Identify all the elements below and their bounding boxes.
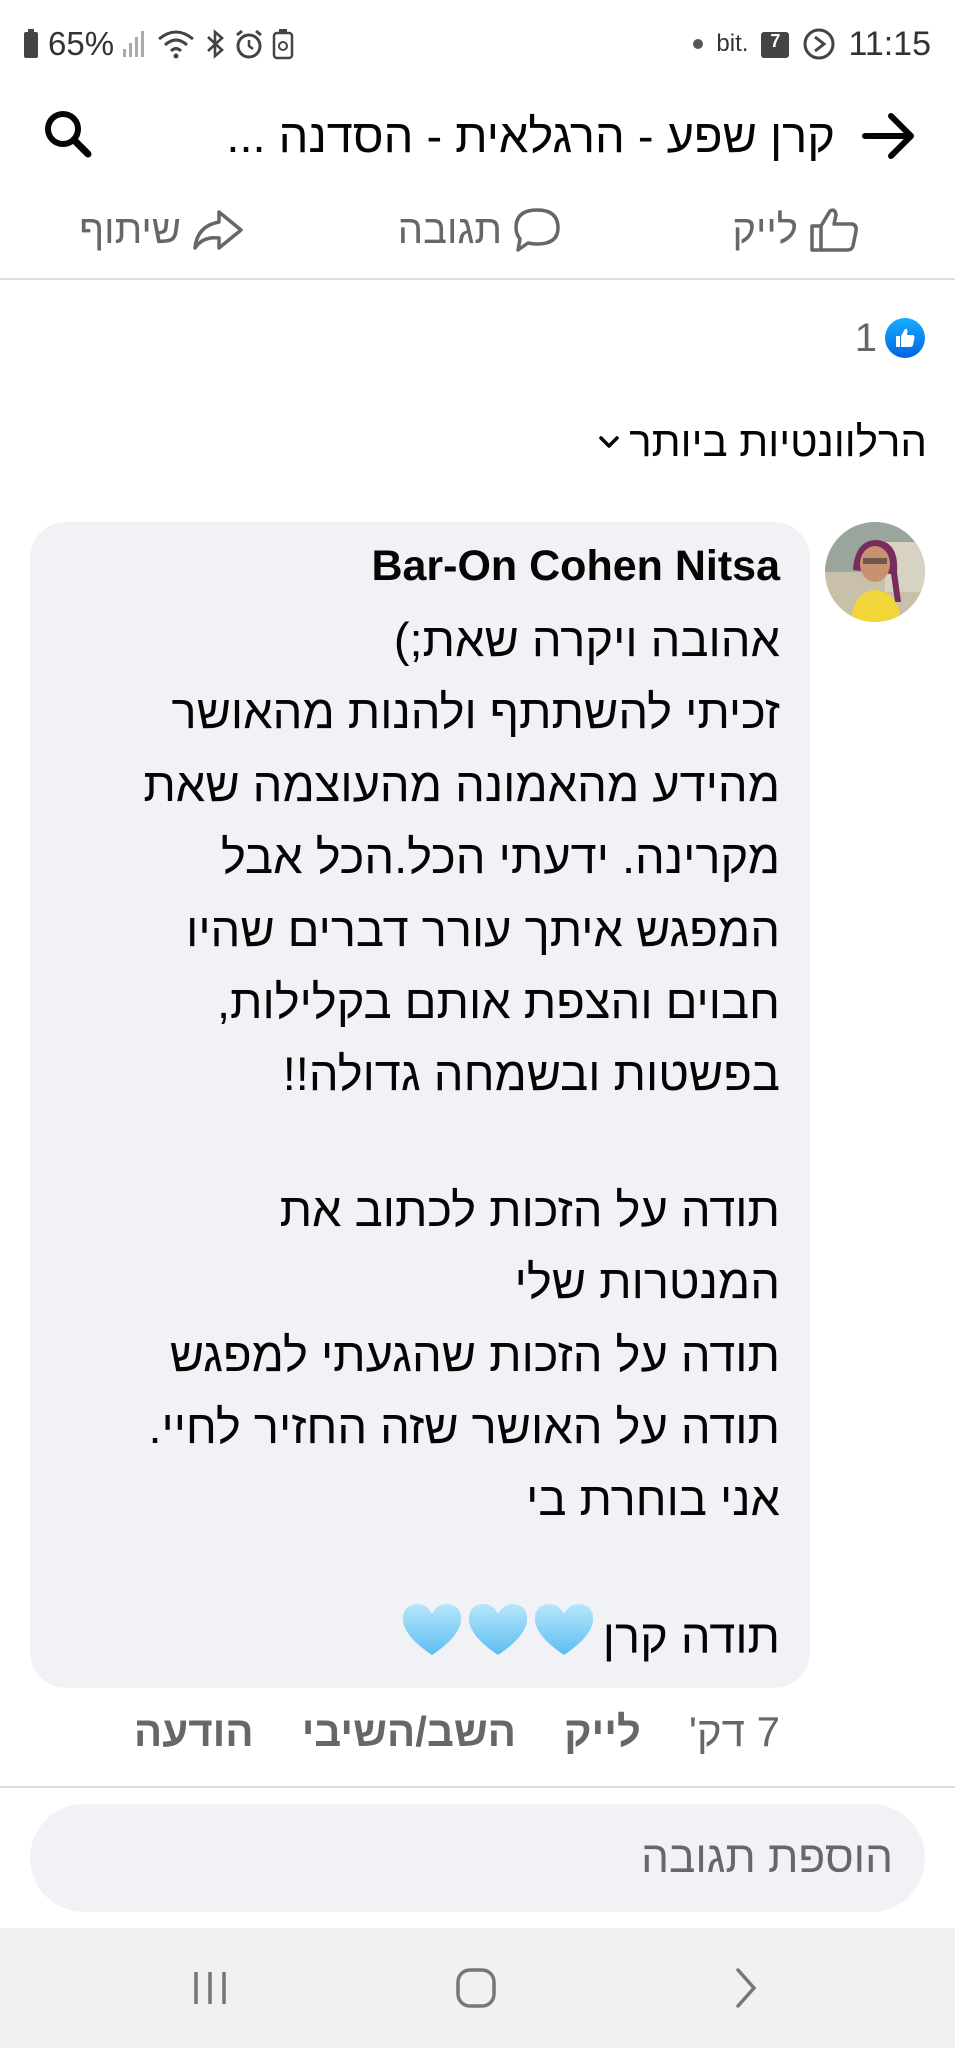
clock: 11:15 bbox=[848, 24, 931, 63]
chevron-down-icon bbox=[597, 432, 621, 452]
comment-action-button[interactable]: תגובה bbox=[398, 190, 562, 270]
comment-blank-line bbox=[40, 1111, 780, 1174]
comment-bubble: Bar-On Cohen Nitsa אהובה ויקרה שאת;) זכי… bbox=[30, 522, 810, 1688]
back-arrow-icon[interactable] bbox=[859, 106, 919, 166]
thumbs-up-icon bbox=[808, 206, 860, 254]
share-action-label: שיתוף bbox=[79, 207, 181, 252]
bluetooth-icon bbox=[204, 28, 226, 60]
system-nav-bar bbox=[0, 1928, 955, 2048]
comment-line: חבוים והצפת אותם בקלילות, bbox=[216, 974, 780, 1028]
light-blue-heart-icon bbox=[399, 1599, 599, 1681]
comment-line: תודה על האושר שזה החזיר לחיי. bbox=[148, 1399, 780, 1453]
search-icon[interactable] bbox=[38, 104, 98, 164]
sort-label: הרלוונטיות ביותר bbox=[629, 418, 927, 465]
comment-time: 7 דק' bbox=[688, 1708, 780, 1755]
signal-icon bbox=[122, 29, 148, 59]
add-comment-box[interactable] bbox=[30, 1804, 925, 1912]
comment-body: אהובה ויקרה שאת;) זכיתי להשתתף ולהנות מה… bbox=[40, 604, 780, 1671]
like-action-label: לייק bbox=[732, 207, 798, 252]
comment-reply-button[interactable]: השב/השיבי bbox=[302, 1708, 516, 1756]
reaction-summary[interactable]: 1 bbox=[855, 312, 925, 364]
reaction-count: 1 bbox=[854, 315, 877, 360]
divider bbox=[0, 1786, 955, 1788]
comment-blank-line bbox=[40, 1536, 780, 1599]
calendar-day: 7 bbox=[770, 31, 781, 51]
comment-sort-dropdown[interactable]: הרלוונטיות ביותר bbox=[597, 412, 927, 472]
comment-author[interactable]: Bar-On Cohen Nitsa bbox=[371, 542, 780, 591]
comment-bubble-icon bbox=[512, 206, 562, 254]
battery-percent: 65% bbox=[48, 25, 115, 62]
comment-line: המפגש איתך עורר דברים שהיו bbox=[186, 902, 780, 956]
comment-line: מקרינה. ידעתי הכל.הכל אבל bbox=[221, 830, 780, 884]
calendar-icon: 7 bbox=[760, 29, 790, 59]
recycle-battery-icon bbox=[272, 28, 294, 60]
avatar[interactable] bbox=[825, 522, 925, 622]
post-action-row: לייק תגובה שיתוף bbox=[0, 190, 955, 280]
comment-line: תודה על הזכות לכתוב את bbox=[279, 1182, 780, 1236]
wifi-icon bbox=[156, 28, 196, 60]
comment-line: המנטרות שלי bbox=[514, 1255, 780, 1309]
carrier-label: bit. bbox=[716, 30, 749, 57]
comment-message-button[interactable]: הודעה bbox=[134, 1708, 254, 1756]
dot-icon bbox=[692, 38, 704, 50]
page-title: קרן שפע - הרגלאית - הסדנה ... bbox=[226, 109, 835, 162]
alarm-icon bbox=[234, 28, 264, 60]
comment-line: אני בוחרת בי bbox=[526, 1472, 780, 1526]
status-bar: 65% bit. 7 11:15 bbox=[0, 0, 955, 88]
comment-line: בפשטות ובשמחה גדולה!! bbox=[282, 1047, 780, 1101]
like-reaction-icon bbox=[885, 318, 925, 358]
app-header: קרן שפע - הרגלאית - הסדנה ... bbox=[0, 88, 955, 180]
like-action-button[interactable]: לייק bbox=[732, 190, 860, 270]
comment-action-label: תגובה bbox=[397, 207, 502, 252]
status-left: 65% bbox=[22, 20, 294, 68]
comment-line: תודה קרן bbox=[602, 1609, 780, 1663]
back-icon[interactable] bbox=[712, 1956, 776, 2020]
battery-icon bbox=[22, 28, 40, 60]
play-circle-icon bbox=[802, 27, 836, 61]
comment-last-line: תודה קרן bbox=[40, 1599, 780, 1671]
comment-line: תודה על הזכות שהגעתי למפגש bbox=[169, 1327, 780, 1381]
share-arrow-icon bbox=[191, 206, 245, 254]
status-right: bit. 7 11:15 bbox=[692, 20, 931, 68]
comment-line: מהידע מהאמונה מהעוצמה שאת bbox=[143, 757, 780, 811]
comment-meta-row: 7 דק' לייק השב/השיבי הודעה bbox=[134, 1700, 780, 1764]
add-comment-input[interactable] bbox=[30, 1804, 925, 1912]
comment-like-button[interactable]: לייק bbox=[564, 1708, 641, 1756]
home-icon[interactable] bbox=[444, 1956, 508, 2020]
recent-apps-icon[interactable] bbox=[178, 1956, 242, 2020]
comment-line: זכיתי להשתתף ולהנות מהאושר bbox=[171, 685, 780, 739]
share-action-button[interactable]: שיתוף bbox=[79, 190, 245, 270]
comment-line: אהובה ויקרה שאת;) bbox=[393, 613, 780, 666]
